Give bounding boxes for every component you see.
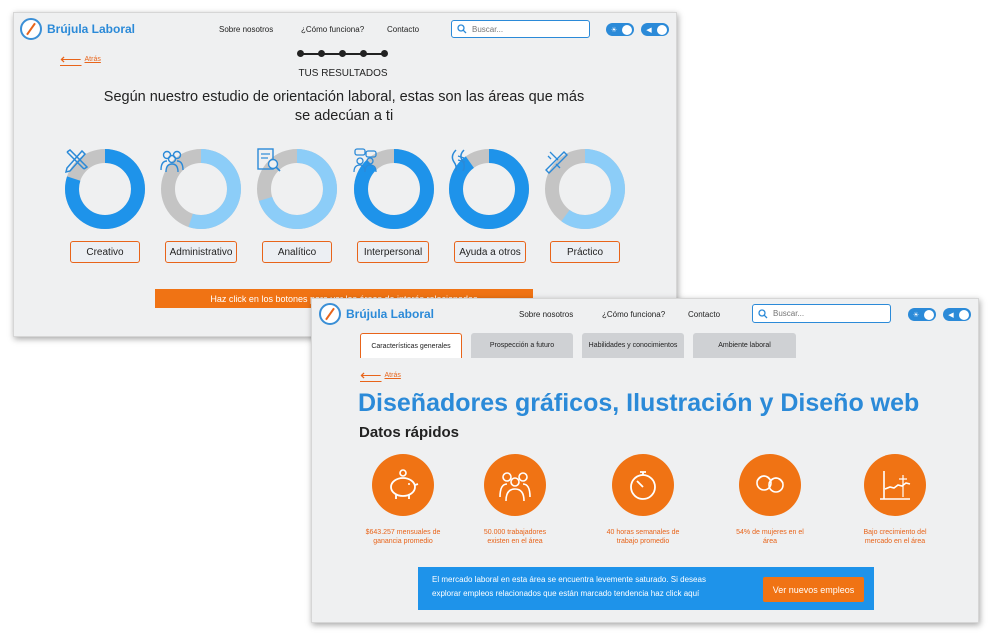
section-title: Datos rápidos [359, 424, 460, 441]
back-label: Atrás [384, 372, 401, 379]
pencil-ruler-icon [64, 149, 89, 174]
tab-caracteristicas-generales[interactable]: Características generales [360, 333, 462, 358]
caliper-tool-icon [545, 151, 568, 174]
helping-hands-icon [451, 149, 466, 172]
area-button-administrativo[interactable]: Administrativo [165, 241, 237, 263]
fact-salary: $643.257 mensuales de ganancia promedio [353, 528, 453, 546]
area-donut-analitico [254, 146, 340, 232]
fact-workers-line-2: existen en el área [487, 538, 543, 546]
nav-about[interactable]: Sobre nosotros [219, 25, 273, 34]
sun-icon: ☀ [912, 311, 920, 319]
fact-workers: 50.000 trabajadores existen en el área [465, 528, 565, 546]
section-label: TUS RESULTADOS [298, 68, 388, 79]
step-dot [318, 50, 325, 57]
progress-steps [297, 49, 389, 59]
fact-women-line-1: 54% de mujeres en el [736, 529, 804, 536]
search-icon [457, 24, 467, 34]
fact-growth-line-2: mercado en el área [864, 538, 926, 546]
arrow-left-icon: ⟵ [60, 51, 82, 68]
nav-how-it-works[interactable]: ¿Cómo funciona? [301, 25, 364, 34]
compass-icon [20, 18, 42, 40]
tab-ambiente-laboral[interactable]: Ambiente laboral [693, 333, 796, 358]
career-detail-screen: Brújula Laboral Sobre nosotros ¿Cómo fun… [311, 298, 979, 623]
theme-toggle[interactable]: ☀ [606, 23, 634, 36]
page-title: Diseñadores gráficos, Ilustración y Dise… [358, 389, 920, 417]
piggy-bank-icon [390, 469, 419, 499]
area-donut-ayuda [446, 146, 532, 232]
arrow-left-icon: ⟵ [360, 367, 382, 384]
growth-chart-icon [880, 471, 911, 500]
fact-circle-hours [612, 454, 674, 516]
logo-text: Brújula Laboral [346, 307, 435, 321]
compass-icon [319, 303, 341, 325]
nav-how-it-works[interactable]: ¿Cómo funciona? [602, 310, 665, 319]
area-donut-practico [542, 146, 628, 232]
fact-growth-line-1: Bajo crecimiento del [863, 529, 927, 536]
sun-icon: ☀ [610, 26, 618, 34]
area-donut-administrativo [158, 146, 244, 232]
step-dot [360, 50, 367, 57]
sound-toggle[interactable]: ◀ [641, 23, 669, 36]
fact-women: 54% de mujeres en el área [720, 528, 820, 546]
fact-salary-line-1: $643.257 mensuales de [365, 529, 441, 536]
search-icon [758, 308, 768, 318]
nav-contact[interactable]: Contacto [688, 310, 720, 319]
area-donut-interpersonal [351, 146, 437, 232]
step-dot [297, 50, 304, 57]
women-faces-icon [756, 475, 784, 493]
area-button-creativo[interactable]: Creativo [70, 241, 140, 263]
speaker-icon: ◀ [646, 26, 652, 34]
conversation-icon [353, 148, 377, 173]
results-headline: Según nuestro estudio de orientación lab… [54, 88, 634, 126]
nav-contact[interactable]: Contacto [387, 25, 419, 34]
headline-line-2: se adecúan a ti [294, 108, 394, 124]
headline-line-1: Según nuestro estudio de orientación lab… [103, 89, 585, 105]
speaker-icon: ◀ [948, 311, 954, 319]
search-box[interactable] [752, 304, 891, 323]
brand-logo[interactable]: Brújula Laboral [20, 18, 135, 40]
fact-workers-line-1: 50.000 trabajadores [483, 529, 547, 536]
area-donut-creativo [62, 146, 148, 232]
fact-hours-line-1: 40 horas semanales de [606, 529, 680, 536]
fact-circle-growth [864, 454, 926, 516]
fact-hours: 40 horas semanales de trabajo promedio [593, 528, 693, 546]
area-button-practico[interactable]: Práctico [550, 241, 620, 263]
back-label: Atrás [84, 56, 101, 63]
people-group-icon [160, 150, 184, 173]
tab-prospeccion-futuro[interactable]: Prospección a futuro [471, 333, 573, 358]
area-button-analitico[interactable]: Analítico [262, 241, 332, 263]
area-button-ayuda-a-otros[interactable]: Ayuda a otros [454, 241, 526, 263]
people-crowd-icon [499, 472, 531, 502]
theme-toggle[interactable]: ☀ [908, 308, 936, 321]
step-dot [381, 50, 388, 57]
stopwatch-icon [630, 471, 656, 500]
fact-circle-salary [372, 454, 434, 516]
back-link[interactable]: ⟵ Atrás [360, 368, 401, 383]
step-dot [339, 50, 346, 57]
search-input[interactable] [773, 309, 873, 318]
search-input[interactable] [472, 24, 572, 34]
back-link[interactable]: ⟵ Atrás [60, 52, 101, 67]
area-button-interpersonal[interactable]: Interpersonal [357, 241, 429, 263]
sound-toggle[interactable]: ◀ [943, 308, 971, 321]
fact-salary-line-2: ganancia promedio [373, 538, 433, 546]
logo-text: Brújula Laboral [47, 22, 136, 36]
tab-habilidades-conocimientos[interactable]: Habilidades y conocimientos [582, 333, 684, 358]
brand-logo[interactable]: Brújula Laboral [319, 303, 434, 325]
fact-growth: Bajo crecimiento del mercado en el área [845, 528, 945, 546]
document-analysis-icon [257, 148, 281, 172]
nav-about[interactable]: Sobre nosotros [519, 310, 573, 319]
fact-hours-line-2: trabajo promedio [616, 538, 670, 546]
results-screen: Brújula Laboral Sobre nosotros ¿Cómo fun… [13, 12, 677, 337]
fact-circle-women [739, 454, 801, 516]
search-box[interactable] [451, 20, 590, 38]
new-jobs-button[interactable]: Ver nuevos empleos [763, 577, 864, 602]
fact-circle-workers [484, 454, 546, 516]
fact-women-line-2: área [762, 538, 777, 546]
